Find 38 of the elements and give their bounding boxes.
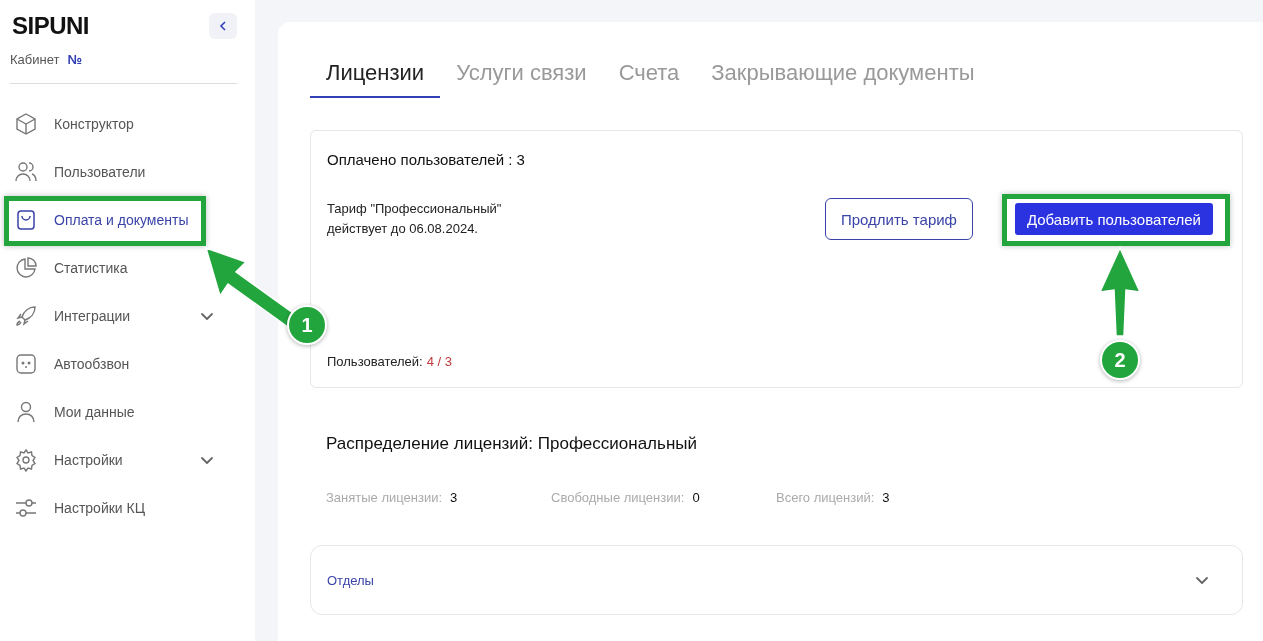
sidebar-item[interactable]: Пользователи [10, 148, 152, 196]
tab[interactable]: Лицензии [310, 60, 441, 98]
stat-value: 3 [450, 490, 458, 505]
bag-icon [14, 208, 38, 232]
collapse-button[interactable] [209, 13, 237, 39]
sidebar-item[interactable]: Конструктор [10, 100, 140, 148]
sidebar-item[interactable]: Настройки [10, 436, 237, 484]
rocket-icon [14, 304, 38, 328]
stat-label: Всего лицензий: [776, 490, 875, 505]
cube-icon [14, 112, 38, 136]
users-label: Пользователей: [327, 354, 423, 369]
sidebar-item[interactable]: Статистика [10, 244, 134, 292]
users-icon [14, 160, 38, 184]
person-icon [14, 400, 38, 424]
sidebar-item[interactable]: Автообзвон [10, 340, 136, 388]
chevron-left-icon [217, 20, 229, 32]
departments-accordion[interactable]: Отделы [310, 545, 1243, 615]
add-users-button[interactable]: Добавить пользователей [1014, 203, 1213, 235]
sidebar-item[interactable]: Оплата и документы [10, 196, 195, 244]
section-title: Распределение лицензий: Профессиональный [326, 434, 698, 454]
paid-users-text: Оплачено пользователей : 3 [327, 151, 526, 168]
extend-tariff-button[interactable]: Продлить тариф [824, 198, 973, 240]
sidebar-item[interactable]: Настройки КЦ [10, 484, 152, 532]
cabinet-number: № [67, 52, 82, 67]
stat-value: 0 [692, 490, 700, 505]
stat-value: 3 [882, 490, 890, 505]
sidebar-item[interactable]: Интеграции [10, 292, 237, 340]
stat-label: Занятые лицензии: [326, 490, 443, 505]
users-count: 4 / 3 [426, 354, 452, 369]
sliders-icon [14, 496, 38, 520]
robot-face-icon [14, 352, 38, 376]
pie-chart-icon [14, 256, 38, 280]
cabinet-label: Кабинет [10, 52, 60, 67]
logo: SIPUNI [11, 12, 89, 40]
tariff-text: Тариф "Профессиональный" действует до 06.08.2024. [327, 200, 503, 238]
sidebar-item[interactable]: Мои данные [10, 388, 141, 436]
stat-label: Свободные лицензии: [551, 490, 685, 505]
gear-icon [14, 448, 38, 472]
